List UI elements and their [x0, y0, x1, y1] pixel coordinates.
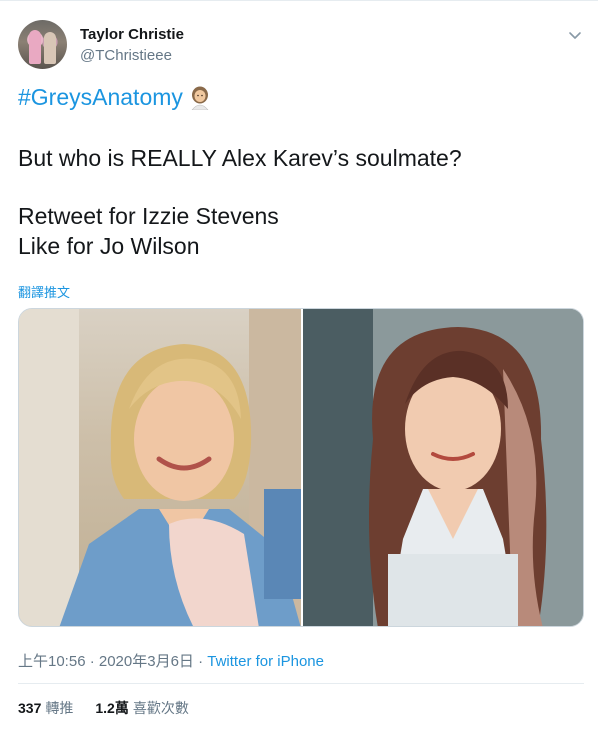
hashtag-link[interactable]: #GreysAnatomy [18, 84, 183, 111]
likes-stat[interactable]: 1.2萬 喜歡次數 [95, 698, 188, 718]
avatar-figure-left [29, 30, 41, 64]
photo-jo-illustration [303, 309, 583, 626]
likes-count: 1.2萬 [95, 700, 129, 716]
photo-jo-wilson[interactable] [303, 309, 583, 626]
display-name[interactable]: Taylor Christie [80, 26, 184, 43]
tweet-timestamp: 上午10:56 · 2020年3月6日 · Twitter for iPhone [18, 650, 324, 671]
avatar[interactable] [18, 20, 67, 69]
avatar-figure-right [44, 32, 56, 64]
tweet-header: Taylor Christie @TChristieee [18, 20, 584, 72]
chevron-down-icon[interactable] [566, 26, 584, 44]
photo-izzie-illustration [19, 309, 301, 626]
retweets-count: 337 [18, 700, 42, 716]
tweet-text-line-3: Like for Jo Wilson [18, 233, 200, 259]
top-border [0, 0, 598, 1]
tweet-stats: 337 轉推 1.2萬 喜歡次數 [18, 698, 189, 718]
retweets-label: 轉推 [45, 700, 74, 716]
user-handle[interactable]: @TChristieee [80, 47, 172, 64]
tweet-media[interactable] [18, 308, 584, 627]
likes-label: 喜歡次數 [132, 700, 189, 716]
tweet-text-line-2: Retweet for Izzie Stevens [18, 203, 279, 229]
tweet-hashtag-line: #GreysAnatomy [18, 84, 211, 111]
retweets-stat[interactable]: 337 轉推 [18, 698, 73, 718]
divider [18, 683, 584, 684]
photo-izzie-stevens[interactable] [19, 309, 301, 626]
translate-tweet-link[interactable]: 翻譯推文 [18, 282, 70, 301]
tweet-source-link[interactable]: Twitter for iPhone [207, 653, 324, 670]
timestamp-text[interactable]: 上午10:56 · 2020年3月6日 · [18, 653, 207, 670]
tweet-text-line-1: But who is REALLY Alex Karev’s soulmate? [18, 145, 462, 171]
woman-health-worker-icon [191, 86, 209, 110]
